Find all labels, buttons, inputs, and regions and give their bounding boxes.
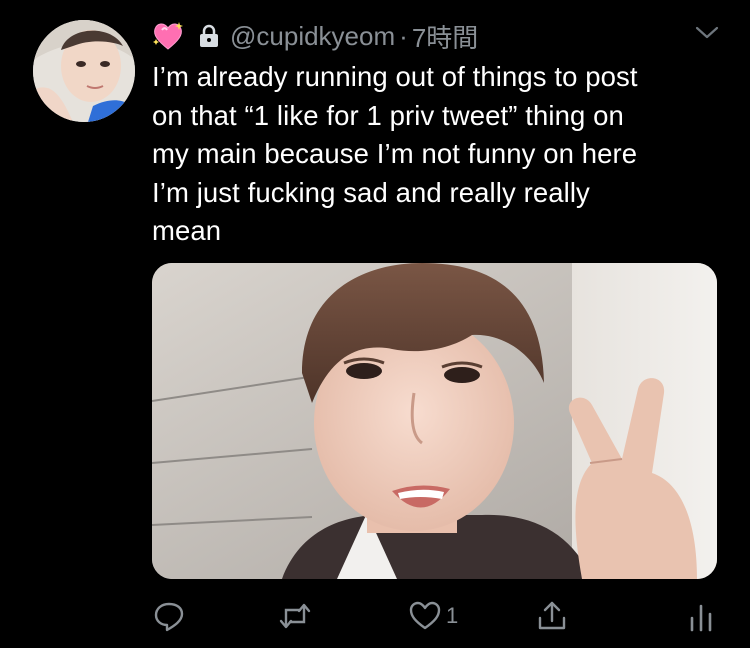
retweet-button[interactable] xyxy=(278,596,312,636)
heart-icon xyxy=(408,600,442,632)
avatar[interactable] xyxy=(33,20,135,122)
reply-icon xyxy=(152,600,186,632)
share-button[interactable] xyxy=(535,596,569,636)
share-icon xyxy=(535,600,569,632)
like-button[interactable]: 1 xyxy=(408,596,458,636)
separator-dot: · xyxy=(399,20,408,51)
analytics-button[interactable] xyxy=(687,596,715,636)
tweet-text: I’m already running out of things to pos… xyxy=(152,61,638,246)
tweet-actions: 1 xyxy=(152,596,717,636)
tweet-header: @cupidkyeom · 7時間 xyxy=(152,18,478,54)
user-handle[interactable]: @cupidkyeom xyxy=(230,21,395,52)
sparkling-heart-icon xyxy=(152,21,184,51)
tweet-photo[interactable] xyxy=(152,263,717,579)
like-count: 1 xyxy=(446,603,459,628)
retweet-icon xyxy=(278,600,312,632)
analytics-icon xyxy=(687,600,715,632)
reply-button[interactable] xyxy=(152,596,186,636)
lock-icon xyxy=(198,24,220,48)
tweet-timestamp[interactable]: 7時間 xyxy=(412,18,478,55)
chevron-down-icon[interactable] xyxy=(694,24,720,42)
